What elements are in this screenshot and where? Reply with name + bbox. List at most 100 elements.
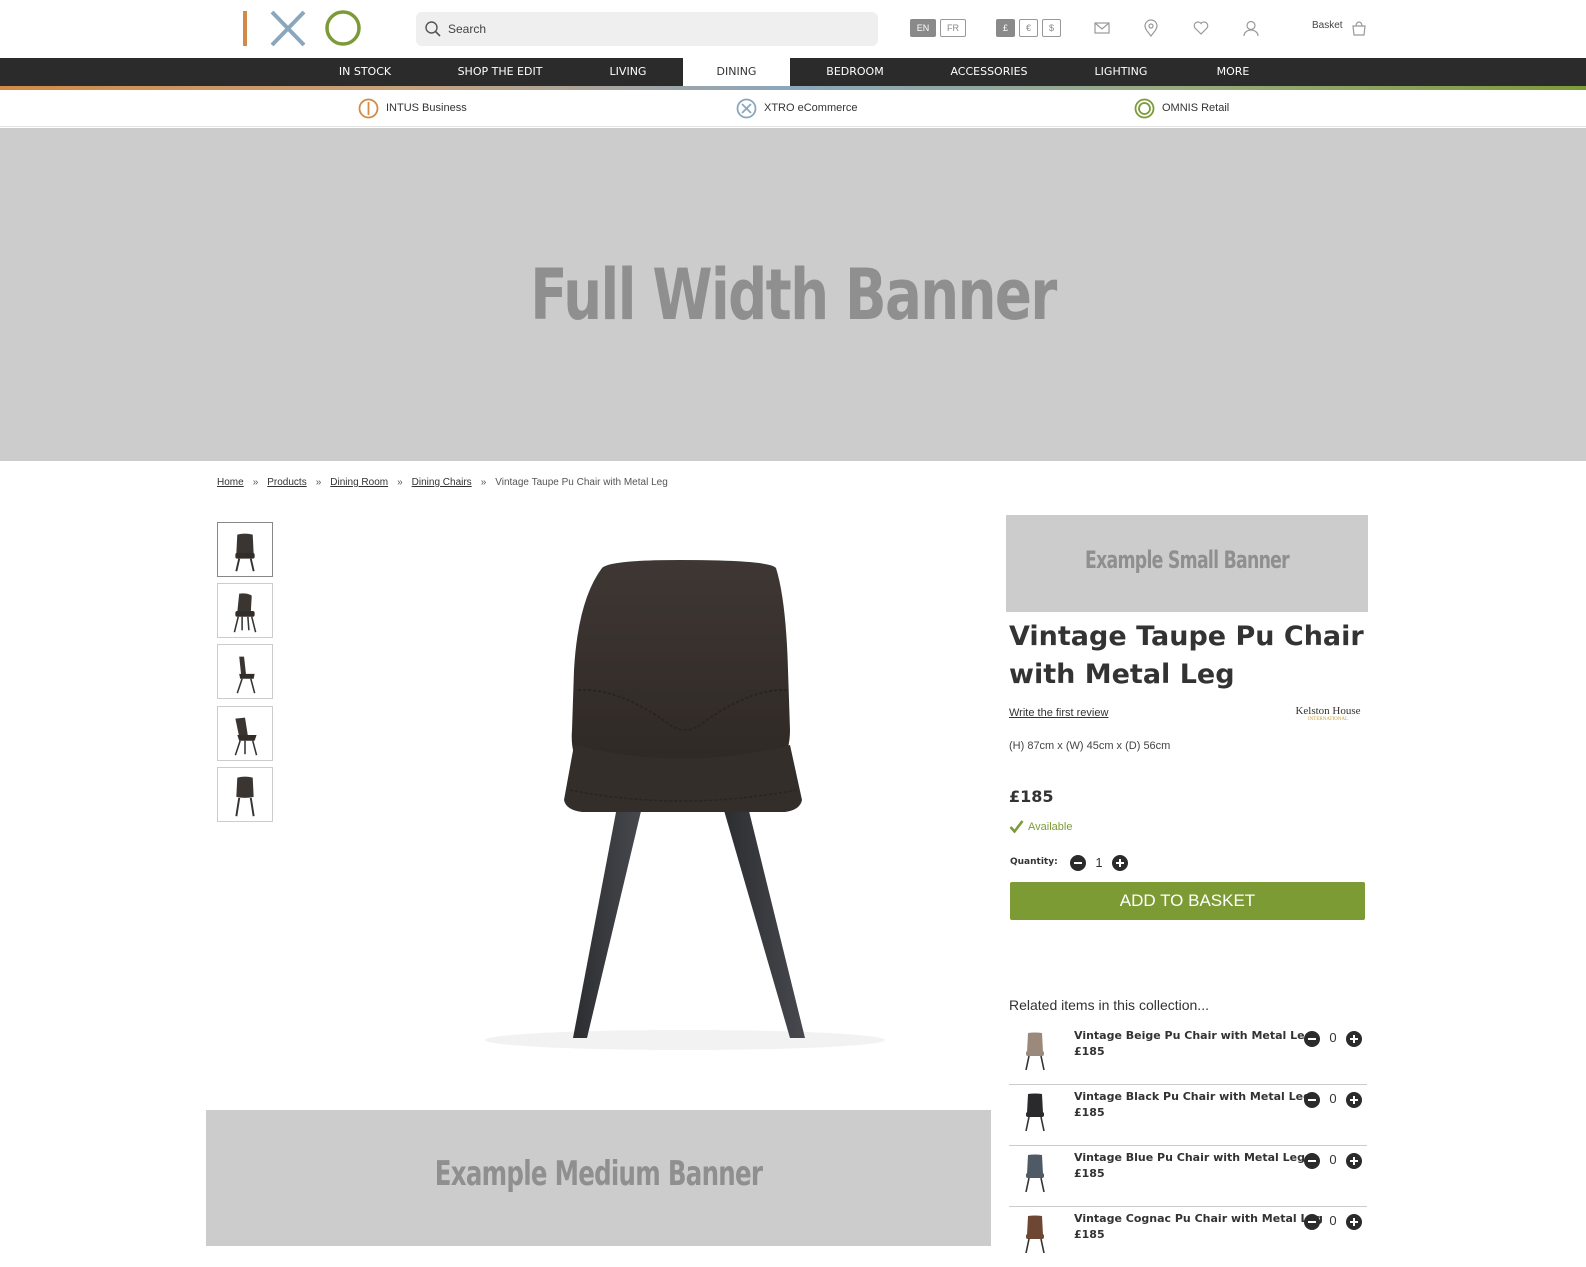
nav-item-more[interactable]: MORE	[1198, 58, 1268, 86]
related-item-row[interactable]: Vintage Cognac Pu Chair with Metal Leg £1…	[1009, 1207, 1367, 1267]
brand-label: XTRO eCommerce	[764, 102, 858, 114]
add-to-basket-button[interactable]: ADD TO BASKET	[1010, 882, 1365, 920]
breadcrumb-dining-chairs[interactable]: Dining Chairs	[412, 477, 472, 488]
related-item-image[interactable]	[1017, 1030, 1053, 1072]
related-item-image[interactable]	[1017, 1091, 1053, 1133]
chair-side-thumbnail-image	[236, 656, 256, 694]
related-quantity-value[interactable]: 0	[1326, 1091, 1340, 1106]
medium-banner-text: Example Medium Banner	[434, 1154, 763, 1194]
related-item-name[interactable]: Vintage Blue Pu Chair with Metal Leg	[1074, 1151, 1305, 1164]
currency-gbp-button[interactable]: £	[996, 19, 1015, 37]
brand-label: OMNIS Retail	[1162, 102, 1230, 114]
nav-item-shop-the-edit[interactable]: SHOP THE EDIT	[446, 58, 554, 86]
related-quantity-increase-button[interactable]	[1346, 1031, 1362, 1047]
nav-item-living[interactable]: LIVING	[590, 58, 666, 86]
related-item-price: £185	[1074, 1228, 1105, 1241]
product-thumbnail[interactable]	[217, 706, 273, 761]
brand-logo-sub: INTERNATIONAL	[1308, 717, 1348, 722]
product-thumbnail[interactable]	[217, 767, 273, 822]
chair-angle-thumbnail-image	[233, 593, 257, 633]
brand-link-intus[interactable]: INTUS Business	[358, 98, 498, 119]
language-fr-button[interactable]: FR	[940, 19, 966, 37]
user-icon[interactable]	[1242, 19, 1260, 37]
quantity-label: Quantity:	[1010, 857, 1058, 867]
related-quantity-value[interactable]: 0	[1326, 1213, 1340, 1228]
related-quantity-increase-button[interactable]	[1346, 1153, 1362, 1169]
quantity-decrease-button[interactable]	[1070, 855, 1086, 871]
intus-logo-icon	[358, 98, 379, 119]
breadcrumb-products[interactable]: Products	[267, 477, 306, 488]
full-width-banner[interactable]: Full Width Banner	[0, 128, 1586, 461]
small-banner-text: Example Small Banner	[1085, 546, 1290, 574]
basket-icon[interactable]	[1350, 19, 1368, 37]
product-thumbnail[interactable]	[217, 583, 273, 638]
nav-item-accessories[interactable]: ACCESSORIES	[932, 58, 1046, 86]
breadcrumb-separator: »	[252, 477, 259, 488]
chair-back-angle-thumbnail-image	[234, 717, 258, 756]
search-bar[interactable]	[416, 12, 878, 46]
breadcrumb-separator: »	[480, 477, 487, 488]
related-quantity-value[interactable]: 0	[1326, 1152, 1340, 1167]
related-quantity-decrease-button[interactable]	[1304, 1031, 1320, 1047]
checkmark-icon	[1009, 820, 1024, 834]
related-item-price: £185	[1074, 1106, 1105, 1119]
product-thumbnail[interactable]	[217, 522, 273, 577]
medium-banner[interactable]: Example Medium Banner	[206, 1110, 991, 1246]
xtro-logo-icon	[736, 98, 757, 119]
nav-item-lighting[interactable]: LIGHTING	[1080, 58, 1162, 86]
related-item-price: £185	[1074, 1167, 1105, 1180]
related-quantity-decrease-button[interactable]	[1304, 1092, 1320, 1108]
site-header: EN FR £ € $ Basket	[0, 0, 1586, 58]
nav-item-dining[interactable]: DINING	[683, 58, 790, 86]
related-quantity-increase-button[interactable]	[1346, 1092, 1362, 1108]
related-item-image[interactable]	[1017, 1152, 1053, 1194]
related-item-row[interactable]: Vintage Beige Pu Chair with Metal Leg £18…	[1009, 1024, 1367, 1085]
related-items-title: Related items in this collection...	[1009, 997, 1209, 1013]
kelston-house-logo[interactable]: Kelston House INTERNATIONAL	[1290, 705, 1366, 723]
brand-bar: INTUS Business XTRO eCommerce OMNIS Reta…	[0, 90, 1586, 127]
brand-link-xtro[interactable]: XTRO eCommerce	[736, 98, 886, 119]
breadcrumb-home[interactable]: Home	[217, 477, 244, 488]
omnis-logo-icon	[1134, 98, 1155, 119]
related-item-row[interactable]: Vintage Blue Pu Chair with Metal Leg £185…	[1009, 1146, 1367, 1207]
product-title: Vintage Taupe Pu Chair with Metal Leg	[1009, 621, 1364, 690]
related-item-name[interactable]: Vintage Cognac Pu Chair with Metal Leg	[1074, 1212, 1323, 1225]
breadcrumb-separator: »	[315, 477, 322, 488]
location-pin-icon[interactable]	[1142, 19, 1160, 37]
related-item-name[interactable]: Vintage Black Pu Chair with Metal Leg	[1074, 1090, 1311, 1103]
related-quantity-increase-button[interactable]	[1346, 1214, 1362, 1230]
nav-item-in-stock[interactable]: IN STOCK	[322, 58, 408, 86]
related-quantity-decrease-button[interactable]	[1304, 1214, 1320, 1230]
breadcrumb-separator: »	[397, 477, 403, 488]
nav-item-bedroom[interactable]: BEDROOM	[810, 58, 900, 86]
brand-label: INTUS Business	[386, 102, 467, 114]
chair-front-thumbnail-image	[235, 533, 255, 572]
product-thumbnail[interactable]	[217, 644, 273, 699]
main-nav: IN STOCK SHOP THE EDIT LIVING DINING BED…	[0, 58, 1586, 86]
write-review-link[interactable]: Write the first review	[1009, 707, 1108, 719]
related-quantity-value[interactable]: 0	[1326, 1030, 1340, 1045]
basket-label[interactable]: Basket	[1312, 20, 1343, 31]
product-price: £185	[1009, 787, 1054, 806]
quantity-value[interactable]: 1	[1092, 855, 1106, 870]
ixo-logo[interactable]	[240, 9, 364, 49]
related-quantity-decrease-button[interactable]	[1304, 1153, 1320, 1169]
chair-back-thumbnail-image	[235, 776, 255, 817]
breadcrumb-current: Vintage Taupe Pu Chair with Metal Leg	[495, 477, 668, 488]
product-dimensions: (H) 87cm x (W) 45cm x (D) 56cm	[1009, 740, 1171, 752]
breadcrumb-dining-room[interactable]: Dining Room	[330, 477, 388, 488]
mail-icon[interactable]	[1093, 19, 1111, 37]
search-input[interactable]	[448, 12, 868, 46]
heart-icon[interactable]	[1192, 19, 1210, 37]
quantity-increase-button[interactable]	[1112, 855, 1128, 871]
brand-link-omnis[interactable]: OMNIS Retail	[1134, 98, 1274, 119]
related-item-row[interactable]: Vintage Black Pu Chair with Metal Leg £18…	[1009, 1085, 1367, 1146]
small-banner[interactable]: Example Small Banner	[1006, 515, 1368, 612]
currency-eur-button[interactable]: €	[1019, 19, 1038, 37]
product-main-image[interactable]	[470, 540, 910, 1070]
currency-usd-button[interactable]: $	[1042, 19, 1061, 37]
related-item-name[interactable]: Vintage Beige Pu Chair with Metal Leg	[1074, 1029, 1313, 1042]
brand-logo-name: Kelston House	[1295, 705, 1361, 717]
related-item-image[interactable]	[1017, 1213, 1053, 1255]
language-en-button[interactable]: EN	[910, 19, 936, 37]
